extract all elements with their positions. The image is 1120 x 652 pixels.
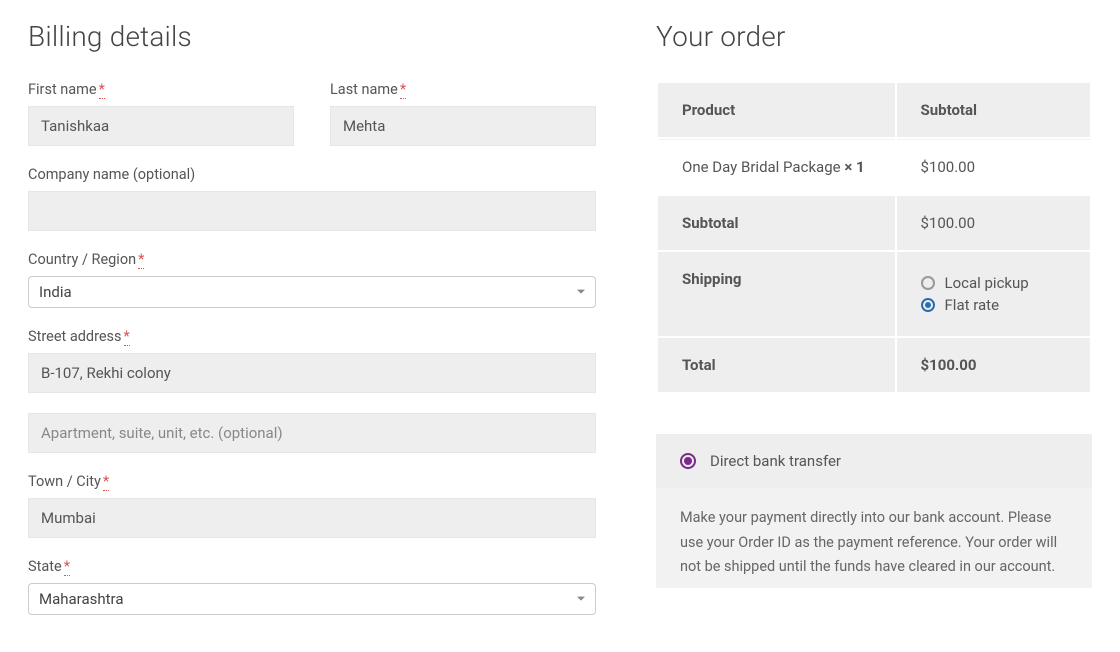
shipping-option-flat[interactable]: Flat rate xyxy=(921,296,1067,314)
required-mark: * xyxy=(124,328,130,346)
payment-method-label: Direct bank transfer xyxy=(710,452,841,470)
order-table: Product Subtotal One Day Bridal Package … xyxy=(656,81,1092,394)
required-mark: * xyxy=(64,558,70,576)
street-address-input[interactable] xyxy=(28,353,596,393)
payment-description: Make your payment directly into our bank… xyxy=(656,488,1092,588)
company-label: Company name (optional) xyxy=(28,166,596,183)
first-name-input[interactable] xyxy=(28,106,294,146)
radio-icon xyxy=(921,298,935,312)
payment-method-direct-bank[interactable]: Direct bank transfer xyxy=(656,434,1092,488)
city-label: Town / City* xyxy=(28,473,596,490)
state-label: State* xyxy=(28,558,596,575)
shipping-option-local[interactable]: Local pickup xyxy=(921,274,1067,292)
total-label: Total xyxy=(658,338,895,392)
street-address-2-input[interactable] xyxy=(28,413,596,453)
item-price: $100.00 xyxy=(897,139,1091,194)
subtotal-value: $100.00 xyxy=(897,196,1091,250)
company-input[interactable] xyxy=(28,191,596,231)
total-value: $100.00 xyxy=(897,338,1091,392)
shipping-label: Shipping xyxy=(658,252,895,336)
required-mark: * xyxy=(138,251,144,269)
required-mark: * xyxy=(99,81,105,99)
country-label: Country / Region* xyxy=(28,251,596,268)
street-label: Street address* xyxy=(28,328,596,345)
item-name: One Day Bridal Package xyxy=(682,158,844,176)
country-select[interactable]: India xyxy=(28,276,596,308)
table-row: One Day Bridal Package × 1 $100.00 xyxy=(658,139,1090,194)
state-select[interactable]: Maharashtra xyxy=(28,583,596,615)
first-name-label: First name* xyxy=(28,81,294,98)
subtotal-label: Subtotal xyxy=(658,196,895,250)
shipping-option-label: Local pickup xyxy=(945,274,1029,292)
billing-heading: Billing details xyxy=(28,20,596,53)
col-subtotal: Subtotal xyxy=(897,83,1091,137)
col-product: Product xyxy=(658,83,895,137)
last-name-input[interactable] xyxy=(330,106,596,146)
shipping-option-label: Flat rate xyxy=(945,296,1000,314)
city-input[interactable] xyxy=(28,498,596,538)
last-name-label: Last name* xyxy=(330,81,596,98)
required-mark: * xyxy=(400,81,406,99)
order-heading: Your order xyxy=(656,20,1092,53)
radio-icon xyxy=(680,453,696,469)
payment-box: Direct bank transfer Make your payment d… xyxy=(656,434,1092,588)
item-qty: × 1 xyxy=(844,158,864,176)
radio-icon xyxy=(921,276,935,290)
required-mark: * xyxy=(103,473,109,491)
